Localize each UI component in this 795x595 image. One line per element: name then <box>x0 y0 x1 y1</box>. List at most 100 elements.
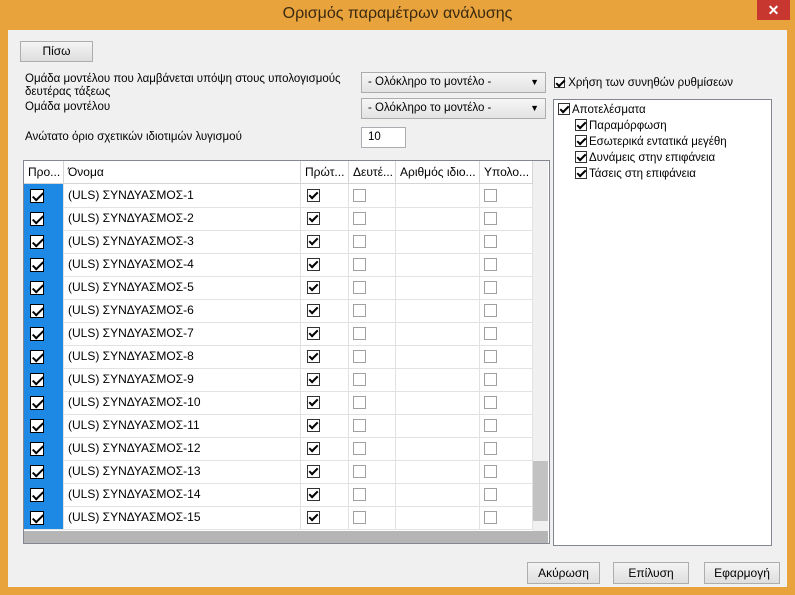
eigen-count-cell[interactable] <box>396 207 480 230</box>
table-row[interactable]: (ULS) ΣΥΝΔΥΑΣΜΟΣ-9 <box>24 368 533 392</box>
second-order-cell[interactable] <box>349 506 396 529</box>
tree-checkbox[interactable] <box>575 119 587 131</box>
model-group-select[interactable]: - Ολόκληρο το μοντέλο - ▼ <box>361 98 546 119</box>
tree-item-internal-forces[interactable]: Εσωτερικά εντατικά μεγέθη <box>575 135 727 148</box>
calculate-checkbox[interactable] <box>484 281 497 294</box>
active-cell[interactable] <box>24 437 64 460</box>
tree-checkbox[interactable] <box>575 135 587 147</box>
apply-button[interactable]: Εφαρμογή <box>704 562 780 584</box>
first-order-cell[interactable] <box>301 207 349 230</box>
eigen-count-cell[interactable] <box>396 437 480 460</box>
table-row[interactable]: (ULS) ΣΥΝΔΥΑΣΜΟΣ-5 <box>24 276 533 300</box>
eigen-count-cell[interactable] <box>396 345 480 368</box>
table-row[interactable]: (ULS) ΣΥΝΔΥΑΣΜΟΣ-7 <box>24 322 533 346</box>
calculate-cell[interactable] <box>480 276 533 299</box>
use-defaults-checkbox[interactable] <box>554 77 565 88</box>
first-order-checkbox[interactable] <box>307 327 320 340</box>
eigen-count-cell[interactable] <box>396 184 480 207</box>
first-order-checkbox[interactable] <box>307 488 320 501</box>
first-order-checkbox[interactable] <box>307 304 320 317</box>
eigen-count-cell[interactable] <box>396 460 480 483</box>
second-order-cell[interactable] <box>349 368 396 391</box>
active-checkbox[interactable] <box>30 419 44 433</box>
eigen-count-cell[interactable] <box>396 253 480 276</box>
calculate-checkbox[interactable] <box>484 396 497 409</box>
second-order-cell[interactable] <box>349 253 396 276</box>
second-order-cell[interactable] <box>349 483 396 506</box>
active-cell[interactable] <box>24 230 64 253</box>
table-row[interactable]: (ULS) ΣΥΝΔΥΑΣΜΟΣ-6 <box>24 299 533 323</box>
tree-checkbox[interactable] <box>558 103 570 115</box>
column-header-name[interactable]: Όνομα <box>64 161 301 183</box>
first-order-cell[interactable] <box>301 506 349 529</box>
calculate-cell[interactable] <box>480 322 533 345</box>
tree-item-deformation[interactable]: Παραμόρφωση <box>575 119 667 132</box>
first-order-checkbox[interactable] <box>307 373 320 386</box>
second-order-cell[interactable] <box>349 322 396 345</box>
active-cell[interactable] <box>24 483 64 506</box>
calculate-cell[interactable] <box>480 414 533 437</box>
first-order-checkbox[interactable] <box>307 281 320 294</box>
calculate-checkbox[interactable] <box>484 442 497 455</box>
active-checkbox[interactable] <box>30 304 44 318</box>
tree-checkbox[interactable] <box>575 151 587 163</box>
column-header-calculate[interactable]: Υπολο... <box>480 161 533 183</box>
table-row[interactable]: (ULS) ΣΥΝΔΥΑΣΜΟΣ-12 <box>24 437 533 461</box>
use-defaults-option[interactable]: Χρήση των συνηθών ρυθμίσεων <box>554 77 733 90</box>
second-order-checkbox[interactable] <box>353 189 366 202</box>
second-order-checkbox[interactable] <box>353 442 366 455</box>
second-order-cell[interactable] <box>349 207 396 230</box>
calculate-checkbox[interactable] <box>484 304 497 317</box>
calculate-checkbox[interactable] <box>484 465 497 478</box>
second-order-checkbox[interactable] <box>353 212 366 225</box>
first-order-checkbox[interactable] <box>307 465 320 478</box>
first-order-cell[interactable] <box>301 483 349 506</box>
horizontal-scrollbar[interactable] <box>24 531 548 543</box>
column-header-eigen-count[interactable]: Αριθμός ιδιο... <box>396 161 480 183</box>
calculate-cell[interactable] <box>480 207 533 230</box>
first-order-checkbox[interactable] <box>307 212 320 225</box>
active-checkbox[interactable] <box>30 465 44 479</box>
eigen-count-cell[interactable] <box>396 368 480 391</box>
table-row[interactable]: (ULS) ΣΥΝΔΥΑΣΜΟΣ-15 <box>24 506 533 530</box>
active-checkbox[interactable] <box>30 488 44 502</box>
first-order-checkbox[interactable] <box>307 235 320 248</box>
first-order-checkbox[interactable] <box>307 442 320 455</box>
tree-item-surface-stresses[interactable]: Τάσεις στη επιφάνεια <box>575 167 696 180</box>
table-row[interactable]: (ULS) ΣΥΝΔΥΑΣΜΟΣ-10 <box>24 391 533 415</box>
table-row[interactable]: (ULS) ΣΥΝΔΥΑΣΜΟΣ-3 <box>24 230 533 254</box>
second-order-checkbox[interactable] <box>353 258 366 271</box>
vertical-scroll-thumb[interactable] <box>533 461 548 521</box>
calculate-cell[interactable] <box>480 437 533 460</box>
active-checkbox[interactable] <box>30 235 44 249</box>
second-order-cell[interactable] <box>349 460 396 483</box>
first-order-cell[interactable] <box>301 299 349 322</box>
column-header-first-order[interactable]: Πρώτ... <box>301 161 349 183</box>
second-order-checkbox[interactable] <box>353 304 366 317</box>
second-order-cell[interactable] <box>349 299 396 322</box>
table-row[interactable]: (ULS) ΣΥΝΔΥΑΣΜΟΣ-1 <box>24 184 533 208</box>
eigen-count-cell[interactable] <box>396 483 480 506</box>
active-checkbox[interactable] <box>30 396 44 410</box>
active-cell[interactable] <box>24 322 64 345</box>
table-row[interactable]: (ULS) ΣΥΝΔΥΑΣΜΟΣ-8 <box>24 345 533 369</box>
first-order-cell[interactable] <box>301 391 349 414</box>
calculate-checkbox[interactable] <box>484 419 497 432</box>
second-order-checkbox[interactable] <box>353 327 366 340</box>
active-checkbox[interactable] <box>30 350 44 364</box>
title-bar[interactable]: Ορισμός παραμέτρων ανάλυσης ✕ <box>0 0 795 30</box>
second-order-checkbox[interactable] <box>353 396 366 409</box>
active-cell[interactable] <box>24 184 64 207</box>
first-order-checkbox[interactable] <box>307 511 320 524</box>
active-cell[interactable] <box>24 207 64 230</box>
active-checkbox[interactable] <box>30 281 44 295</box>
first-order-checkbox[interactable] <box>307 189 320 202</box>
table-row[interactable]: (ULS) ΣΥΝΔΥΑΣΜΟΣ-13 <box>24 460 533 484</box>
calculate-checkbox[interactable] <box>484 373 497 386</box>
table-row[interactable]: (ULS) ΣΥΝΔΥΑΣΜΟΣ-11 <box>24 414 533 438</box>
active-checkbox[interactable] <box>30 442 44 456</box>
calculate-cell[interactable] <box>480 230 533 253</box>
first-order-cell[interactable] <box>301 414 349 437</box>
calculate-checkbox[interactable] <box>484 511 497 524</box>
first-order-cell[interactable] <box>301 345 349 368</box>
